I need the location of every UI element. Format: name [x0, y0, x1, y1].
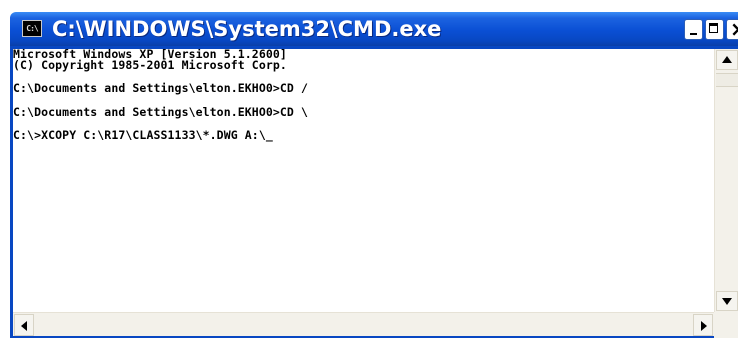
window-titlebar[interactable]: C:\ C:\WINDOWS\System32\CMD.exe	[10, 12, 738, 46]
console-prompt-line[interactable]: C:\>XCOPY C:\R17\CLASS1133\*.DWG A:\_	[13, 128, 714, 142]
maximize-button[interactable]	[705, 19, 724, 40]
command-text: C:\>XCOPY C:\R17\CLASS1133\*.DWG A:\	[13, 128, 266, 142]
cmd-console-icon[interactable]: C:\	[22, 20, 42, 37]
arrow-down-icon	[722, 298, 732, 305]
vertical-scroll-thumb[interactable]	[716, 73, 738, 87]
horizontal-scrollbar[interactable]	[13, 312, 714, 336]
close-button[interactable]	[726, 17, 738, 41]
minimize-button[interactable]	[684, 19, 703, 40]
vertical-scrollbar[interactable]	[714, 49, 738, 312]
console-line: (C) Copyright 1985-2001 Microsoft Corp.	[13, 57, 287, 72]
scroll-right-button[interactable]	[693, 314, 713, 336]
text-cursor: _	[265, 128, 273, 142]
arrow-right-icon	[701, 321, 707, 331]
arrow-left-icon	[21, 321, 27, 331]
scroll-up-button[interactable]	[716, 50, 738, 70]
scroll-left-button[interactable]	[14, 314, 34, 336]
scroll-down-button[interactable]	[716, 291, 738, 311]
scrollbar-corner	[714, 312, 738, 338]
console-line: C:\Documents and Settings\elton.EKHO0>CD…	[13, 104, 308, 119]
arrow-up-icon	[722, 56, 732, 63]
window-title: C:\WINDOWS\System32\CMD.exe	[52, 17, 442, 41]
console-line: C:\Documents and Settings\elton.EKHO0>CD…	[13, 81, 308, 95]
console-output[interactable]: Microsoft Windows XP [Version 5.1.2600] …	[13, 49, 714, 312]
